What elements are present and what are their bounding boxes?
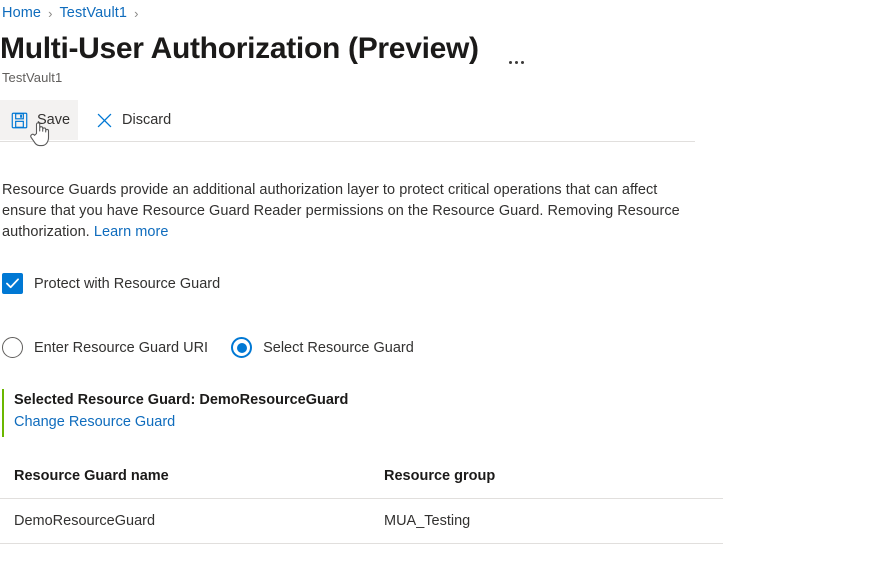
- table-body: DemoResourceGuard MUA_Testing: [0, 498, 723, 544]
- discard-button[interactable]: Discard: [85, 100, 182, 140]
- chevron-right-icon: ›: [48, 5, 53, 21]
- cell-resource-group: MUA_Testing: [370, 498, 723, 544]
- command-bar: Save Discard: [0, 100, 696, 140]
- cell-resource-guard-name: DemoResourceGuard: [0, 498, 370, 544]
- resource-guard-mode-radio-group: Enter Resource Guard URI Select Resource…: [2, 337, 414, 358]
- breadcrumb: Home › TestVault1 ›: [2, 2, 145, 24]
- checkbox-box[interactable]: [2, 273, 23, 294]
- radio-circle-selected[interactable]: [231, 337, 253, 358]
- protect-with-resource-guard-checkbox[interactable]: Protect with Resource Guard: [2, 273, 220, 294]
- save-floppy-icon: [11, 112, 28, 128]
- ellipsis-dot: [514, 61, 518, 64]
- ellipsis-dot: [508, 61, 512, 64]
- radio-label: Enter Resource Guard URI: [34, 339, 209, 356]
- breadcrumb-item-testvault1[interactable]: TestVault1: [59, 5, 127, 21]
- table-header-row: Resource Guard name Resource group: [0, 468, 723, 499]
- resource-guard-table: Resource Guard name Resource group DemoR…: [0, 468, 723, 544]
- toolbar-divider: [0, 141, 695, 142]
- radio-enter-resource-guard-uri[interactable]: Enter Resource Guard URI: [2, 337, 208, 358]
- discard-button-label: Discard: [122, 111, 172, 128]
- table-row[interactable]: DemoResourceGuard MUA_Testing: [0, 498, 723, 544]
- ellipsis-icon[interactable]: [508, 28, 524, 70]
- column-header-resource-guard-name[interactable]: Resource Guard name: [0, 468, 370, 499]
- save-button-label: Save: [37, 111, 71, 128]
- learn-more-link[interactable]: Learn more: [94, 224, 169, 240]
- description-text: Resource Guards provide an additional au…: [2, 180, 696, 243]
- page-header: Multi-User Authorization (Preview): [0, 28, 524, 70]
- checkmark-icon: [6, 278, 19, 289]
- radio-label: Select Resource Guard: [263, 339, 414, 356]
- radio-circle[interactable]: [2, 337, 23, 358]
- change-resource-guard-link[interactable]: Change Resource Guard: [14, 411, 348, 434]
- radio-select-resource-guard[interactable]: Select Resource Guard: [231, 337, 414, 358]
- breadcrumb-item-home[interactable]: Home: [2, 5, 41, 21]
- page-title: Multi-User Authorization (Preview): [0, 32, 479, 65]
- close-x-icon: [97, 113, 112, 127]
- page-subtitle: TestVault1: [2, 70, 63, 85]
- table-header: Resource Guard name Resource group: [0, 468, 723, 499]
- selected-resource-guard-title: Selected Resource Guard: DemoResourceGua…: [14, 392, 349, 408]
- chevron-right-icon: ›: [134, 5, 139, 21]
- selected-resource-guard-panel: Selected Resource Guard: DemoResourceGua…: [2, 389, 348, 437]
- checkbox-label: Protect with Resource Guard: [34, 275, 221, 292]
- save-button[interactable]: Save: [0, 100, 78, 140]
- ellipsis-dot: [520, 61, 524, 64]
- column-header-resource-group[interactable]: Resource group: [370, 468, 723, 499]
